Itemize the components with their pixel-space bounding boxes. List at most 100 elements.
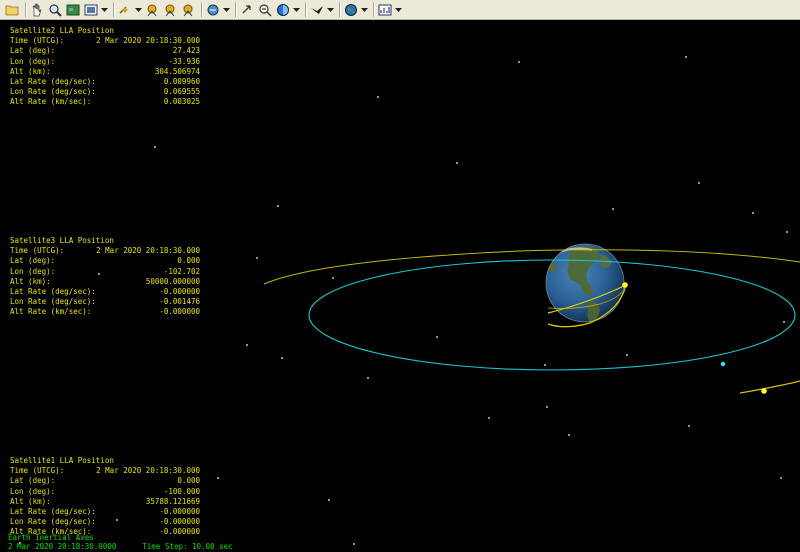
data-row: Lat (deg): 0.000 (10, 256, 200, 266)
chevron-down-icon[interactable] (327, 2, 334, 18)
data-row: Lat Rate (deg/sec): -0.000000 (10, 507, 200, 517)
toolbar-separator (201, 2, 202, 17)
chart-icon[interactable] (377, 2, 393, 18)
row-label: Alt (km): (10, 66, 51, 76)
row-value: 0.069555 (163, 87, 200, 97)
current-time: 2 Mar 2020 20:18:30.0000 (8, 542, 117, 551)
toolbar-separator (339, 2, 340, 17)
row-value: -33.936 (168, 56, 200, 66)
row-value: 2 Mar 2020 20:18:30.000 (96, 466, 200, 476)
row-label: Lat (deg): (10, 476, 56, 486)
time-status-line: 2 Mar 2020 20:18:30.0000 Time Step: 10.0… (8, 542, 233, 551)
reference-frame-label: Earth Inertial Axes (8, 533, 94, 542)
globe-group-icon[interactable] (144, 2, 160, 18)
toolbar-separator (373, 2, 374, 17)
chevron-down-icon[interactable] (395, 2, 402, 18)
row-value: 2 Mar 2020 20:18:30.000 (96, 246, 200, 256)
row-label: Lat Rate (deg/sec): (10, 507, 96, 517)
row-label: Time (UTCG): (10, 246, 65, 256)
data-row: Alt Rate (km/sec): 0.003025 (10, 97, 200, 107)
data-row: Lon (deg): -33.936 (10, 57, 200, 67)
satellite1-orbit-front (739, 380, 800, 394)
panel-title: Satellite3 LLA Position (10, 236, 114, 245)
chevron-down-icon[interactable] (135, 2, 142, 18)
panel-title: Satellite2 LLA Position (10, 26, 114, 35)
row-value: -0.000000 (159, 517, 200, 527)
status-overlay: Earth Inertial Axes 2 Mar 2020 20:18:30.… (8, 533, 233, 551)
row-value: 304.506974 (154, 66, 200, 76)
chevron-down-icon[interactable] (293, 2, 300, 18)
satellite3-lla-panel: Satellite3 LLA Position Time (UTCG): 2 Ma… (10, 236, 200, 318)
satellite2-marker[interactable] (622, 282, 628, 288)
satellite1-orbit-back (263, 249, 800, 285)
row-value: 0.000 (177, 256, 200, 266)
data-row: Alt (km): 50000.000000 (10, 277, 200, 287)
data-row: Time (UTCG): 2 Mar 2020 20:18:30.000 (10, 466, 200, 476)
data-row: Lon Rate (deg/sec): -0.001476 (10, 297, 200, 307)
data-row: Alt (km): 304.506974 (10, 67, 200, 77)
row-value: 27.423 (172, 46, 200, 56)
row-value: -102.702 (163, 266, 200, 276)
row-label: Lon Rate (deg/sec): (10, 297, 96, 307)
globe-group-icon[interactable] (180, 2, 196, 18)
row-label: Lat (deg): (10, 46, 56, 56)
map-view-icon[interactable] (65, 2, 81, 18)
camera-icon[interactable] (205, 2, 221, 18)
chevron-down-icon[interactable] (101, 2, 108, 18)
data-row: Lat Rate (deg/sec): 0.009960 (10, 77, 200, 87)
zoom-icon[interactable] (47, 2, 63, 18)
row-value: 0.009960 (163, 77, 200, 87)
toolbar-separator (113, 2, 114, 17)
row-value: 0.000 (177, 476, 200, 486)
row-value: -0.000000 (159, 507, 200, 517)
globe-group-icon[interactable] (162, 2, 178, 18)
row-label: Lat (deg): (10, 256, 56, 266)
row-label: Lon (deg): (10, 486, 56, 496)
satellite3-marker[interactable] (720, 361, 726, 367)
earth-globe[interactable] (545, 243, 625, 324)
toolbar-separator (235, 2, 236, 17)
row-label: Lon Rate (deg/sec): (10, 517, 96, 527)
data-row: Lat Rate (deg/sec): -0.000000 (10, 287, 200, 297)
data-row: Alt Rate (km/sec): -0.000000 (10, 307, 200, 317)
toolbar (0, 0, 800, 20)
row-value: 35788.121669 (145, 496, 200, 506)
row-value: 2 Mar 2020 20:18:30.000 (96, 36, 200, 46)
rotate-icon[interactable] (239, 2, 255, 18)
satellite1-marker[interactable] (761, 388, 767, 394)
zoom-out-icon[interactable] (257, 2, 273, 18)
hand-pan-icon[interactable] (29, 2, 45, 18)
toolbar-separator (25, 2, 26, 17)
3d-scene-window[interactable]: Satellite2 LLA Position Time (UTCG): 2 Ma… (0, 20, 800, 552)
satellite-icon[interactable] (117, 2, 133, 18)
row-value: -0.000000 (159, 307, 200, 317)
chevron-down-icon[interactable] (361, 2, 368, 18)
row-label: Lat Rate (deg/sec): (10, 77, 96, 87)
row-label: Lon (deg): (10, 56, 56, 66)
data-row: Lon (deg): -102.702 (10, 267, 200, 277)
row-label: Lat Rate (deg/sec): (10, 287, 96, 297)
row-label: Lon Rate (deg/sec): (10, 87, 96, 97)
row-value: 0.003025 (163, 97, 200, 107)
bird-icon[interactable] (309, 2, 325, 18)
row-value: -100.000 (163, 486, 200, 496)
time-step: Time Step: 10.00 sec (142, 542, 233, 551)
row-label: Lon (deg): (10, 266, 56, 276)
image-view-icon[interactable] (83, 2, 99, 18)
folder-icon[interactable] (4, 2, 20, 18)
target-icon[interactable] (275, 2, 291, 18)
globe-icon[interactable] (343, 2, 359, 18)
row-label: Time (UTCG): (10, 36, 65, 46)
data-row: Lon (deg): -100.000 (10, 487, 200, 497)
data-row: Lon Rate (deg/sec): 0.069555 (10, 87, 200, 97)
data-row: Time (UTCG): 2 Mar 2020 20:18:30.000 (10, 246, 200, 256)
row-label: Time (UTCG): (10, 466, 65, 476)
data-row: Lon Rate (deg/sec): -0.000000 (10, 517, 200, 527)
row-value: -0.000000 (159, 287, 200, 297)
panel-title: Satellite1 LLA Position (10, 456, 114, 465)
row-label: Alt Rate (km/sec): (10, 307, 92, 317)
satellite2-lla-panel: Satellite2 LLA Position Time (UTCG): 2 Ma… (10, 26, 200, 108)
row-value: -0.001476 (159, 297, 200, 307)
chevron-down-icon[interactable] (223, 2, 230, 18)
row-label: Alt Rate (km/sec): (10, 97, 92, 107)
